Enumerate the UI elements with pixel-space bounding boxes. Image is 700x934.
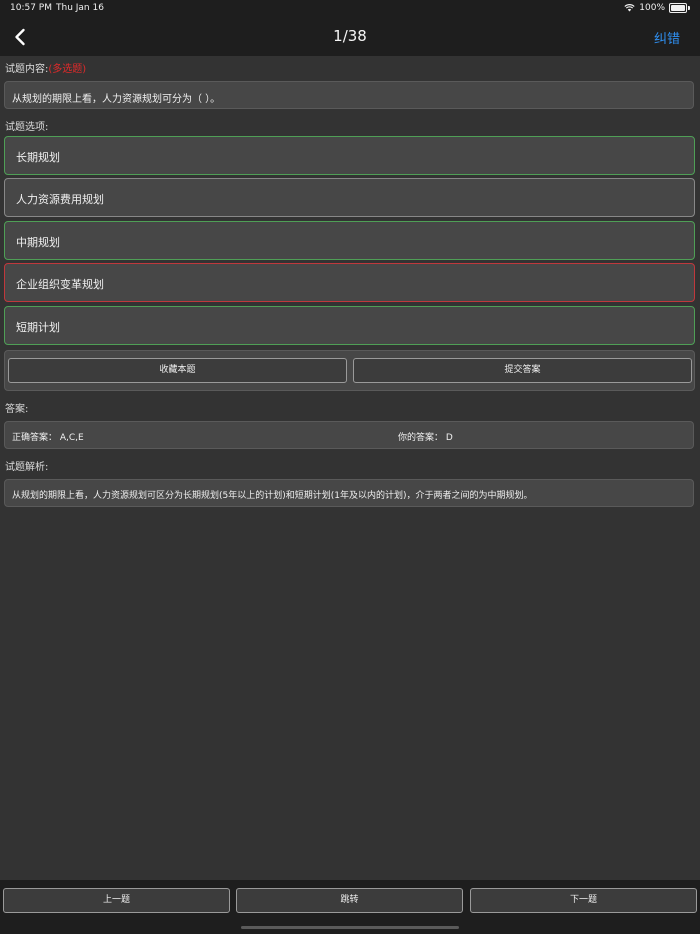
submit-answer-button[interactable]: 提交答案	[353, 358, 692, 383]
question-text: 从规划的期限上看，人力资源规划可分为（ ）。	[12, 94, 221, 105]
explanation-text: 从规划的期限上看，人力资源规划可区分为长期规划(5年以上的计划)和短期计划(1年…	[12, 491, 533, 501]
option-a[interactable]: 长期规划	[4, 136, 695, 175]
status-bar: 10:57 PM Thu Jan 16 100%	[0, 0, 700, 18]
status-date: Thu Jan 16	[56, 3, 104, 13]
option-c-text: 中期规划	[16, 236, 60, 249]
option-e-text: 短期计划	[16, 321, 60, 334]
option-b-text: 人力资源费用规划	[16, 193, 104, 206]
explanation-label: 试题解析:	[5, 462, 49, 473]
battery-tip	[688, 6, 690, 10]
answer-label: 答案:	[5, 404, 29, 415]
option-d[interactable]: 企业组织变革规划	[4, 263, 695, 302]
home-indicator	[241, 926, 459, 929]
option-c[interactable]: 中期规划	[4, 221, 695, 260]
options-label: 试题选项:	[5, 122, 49, 133]
option-b[interactable]: 人力资源费用规划	[4, 178, 695, 217]
option-d-text: 企业组织变革规划	[16, 278, 104, 291]
option-a-text: 长期规划	[16, 151, 60, 164]
wifi-icon	[624, 4, 635, 12]
next-question-button[interactable]: 下一题	[470, 888, 697, 913]
nav-bar: 1/38 纠错	[0, 18, 700, 56]
answer-box: 正确答案： A,C,E 你的答案： D	[4, 421, 694, 449]
correct-answer: 正确答案： A,C,E	[12, 433, 84, 443]
question-label: 试题内容:	[5, 64, 49, 75]
status-indicators: 100%	[624, 3, 690, 13]
favorite-button[interactable]: 收藏本题	[8, 358, 347, 383]
battery-percent: 100%	[639, 3, 665, 13]
option-e[interactable]: 短期计划	[4, 306, 695, 345]
report-error-button[interactable]: 纠错	[654, 28, 680, 47]
question-label-row: 试题内容:(多选题)	[5, 60, 86, 75]
page-title: 1/38	[333, 27, 367, 45]
question-text-box: 从规划的期限上看，人力资源规划可分为（ ）。	[4, 81, 694, 109]
jump-button[interactable]: 跳转	[236, 888, 463, 913]
bottom-toolbar: 上一题 跳转 下一题	[0, 880, 700, 934]
prev-question-button[interactable]: 上一题	[3, 888, 230, 913]
status-time: 10:57 PM	[10, 3, 52, 13]
your-answer: 你的答案： D	[398, 433, 453, 443]
explanation-box: 从规划的期限上看，人力资源规划可区分为长期规划(5年以上的计划)和短期计划(1年…	[4, 479, 694, 507]
action-panel: 收藏本题 提交答案	[4, 350, 695, 391]
battery-icon	[669, 3, 687, 13]
question-type: (多选题)	[48, 64, 87, 75]
